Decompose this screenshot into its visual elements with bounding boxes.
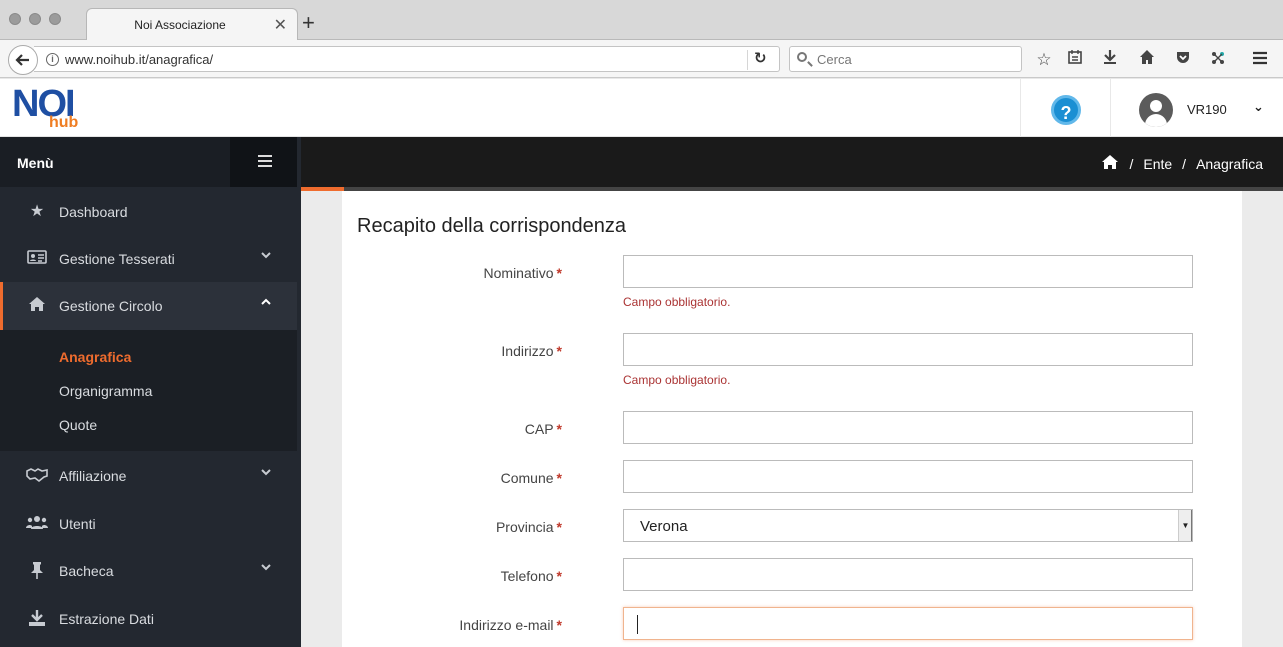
main-content: Recapito della corrispondenza Nominativo…	[301, 191, 1283, 647]
page-title: Recapito della corrispondenza	[357, 215, 627, 237]
sidebar-item-gestione-circolo[interactable]: Gestione Circolo	[0, 282, 297, 330]
provincia-selected-value: Verona	[640, 518, 688, 535]
users-icon	[26, 514, 48, 534]
home-icon[interactable]	[1136, 49, 1158, 71]
error-message: Campo obbligatorio.	[623, 373, 731, 387]
field-label-comune: Comune *	[500, 470, 562, 486]
user-menu-chevron-down-icon[interactable]: ⌄	[1253, 99, 1264, 115]
close-window-button[interactable]	[9, 13, 21, 25]
address-bar[interactable]: i www.noihub.it/anagrafica/ ↻	[34, 46, 780, 72]
sidebar-item-dashboard[interactable]: ★ Dashboard	[0, 188, 297, 235]
sidebar-item-utenti[interactable]: Utenti	[0, 500, 297, 547]
indirizzo-field[interactable]	[623, 333, 1193, 366]
field-label-indirizzo: Indirizzo *	[501, 343, 562, 359]
field-label-provincia: Provincia *	[495, 519, 562, 535]
bookmark-star-icon[interactable]: ☆	[1033, 49, 1055, 71]
browser-toolbar: i www.noihub.it/anagrafica/ ↻ Cerca ☆	[0, 40, 1283, 78]
maximize-window-button[interactable]	[49, 13, 61, 25]
sidebar-item-label: Dashboard	[59, 204, 128, 220]
sidebar-item-label: Utenti	[59, 516, 96, 532]
header-divider	[1020, 79, 1021, 137]
breadcrumb-item-anagrafica: Anagrafica	[1196, 155, 1263, 172]
breadcrumb-separator: /	[1129, 155, 1134, 172]
download-icon	[26, 609, 48, 629]
browser-menu-icon[interactable]	[1249, 49, 1271, 71]
sidebar-item-estrazione-dati[interactable]: Estrazione Dati	[0, 595, 297, 642]
username[interactable]: VR190	[1187, 102, 1227, 117]
email-field[interactable]	[623, 607, 1193, 640]
sidebar-item-label: Estrazione Dati	[59, 611, 154, 627]
chevron-down-icon	[260, 249, 272, 264]
breadcrumb-home-icon[interactable]	[1101, 154, 1119, 173]
back-button[interactable]	[8, 45, 38, 75]
error-message: Campo obbligatorio.	[623, 295, 731, 309]
new-tab-button[interactable]: +	[302, 12, 315, 34]
cap-field[interactable]	[623, 411, 1193, 444]
breadcrumb: / Ente / Anagrafica	[301, 137, 1283, 187]
browser-tab[interactable]: Noi Associazione ✕	[86, 8, 298, 41]
sidebar-header: Menù	[0, 137, 297, 187]
app-header: NOI hub ? VR190 ⌄	[0, 79, 1283, 137]
submenu-item-anagrafica[interactable]: Anagrafica	[59, 349, 131, 365]
submenu-item-organigramma[interactable]: Organigramma	[59, 383, 152, 399]
sidebar-item-label: Bacheca	[59, 563, 114, 579]
submenu-gestione-circolo: Anagrafica Organigramma Quote	[0, 330, 297, 451]
help-button[interactable]: ?	[1051, 95, 1081, 125]
nominativo-field[interactable]	[623, 255, 1193, 288]
info-icon[interactable]: i	[46, 53, 59, 66]
text-caret	[637, 615, 638, 634]
pin-icon	[26, 561, 48, 581]
handshake-icon	[26, 466, 48, 486]
hamburger-icon	[258, 155, 272, 157]
provincia-select[interactable]: Verona ▼	[623, 509, 1193, 542]
chevron-up-icon	[260, 296, 272, 311]
field-label-nominativo: Nominativo *	[483, 265, 562, 281]
sidebar-title: Menù	[17, 155, 54, 171]
minimize-window-button[interactable]	[29, 13, 41, 25]
back-arrow-icon	[15, 54, 29, 66]
id-card-icon	[26, 249, 48, 269]
reading-list-icon[interactable]	[1064, 49, 1086, 71]
noi-hub-logo[interactable]: NOI hub	[12, 83, 92, 133]
chevron-down-icon	[260, 561, 272, 576]
field-label-telefono: Telefono *	[500, 568, 562, 584]
field-label-email: Indirizzo e-mail *	[459, 617, 562, 633]
field-label-cap: CAP *	[524, 421, 562, 437]
tab-title: Noi Associazione	[134, 18, 226, 32]
form-panel: Recapito della corrispondenza Nominativo…	[342, 191, 1242, 647]
sidebar: Menù ★ Dashboard Gestione Tesserati Gest…	[0, 137, 301, 647]
submenu-item-quote[interactable]: Quote	[59, 417, 97, 433]
url-divider	[747, 50, 748, 70]
sidebar-item-label: Gestione Tesserati	[59, 251, 175, 267]
telefono-field[interactable]	[623, 558, 1193, 591]
extension-icon[interactable]	[1207, 49, 1229, 71]
home-icon	[26, 296, 48, 316]
sidebar-item-gestione-tesserati[interactable]: Gestione Tesserati	[0, 235, 297, 282]
pocket-icon[interactable]	[1172, 49, 1194, 71]
search-box[interactable]: Cerca	[789, 46, 1022, 72]
menu-toggle-button[interactable]	[230, 137, 297, 187]
tab-close-icon[interactable]: ✕	[274, 15, 287, 35]
url-text[interactable]: www.noihub.it/anagrafica/	[65, 52, 213, 67]
comune-field[interactable]	[623, 460, 1193, 493]
sidebar-item-label: Affiliazione	[59, 468, 127, 484]
header-divider	[1110, 79, 1111, 137]
avatar[interactable]	[1139, 93, 1173, 127]
chevron-down-icon	[260, 466, 272, 481]
star-icon: ★	[29, 203, 45, 220]
breadcrumb-separator: /	[1182, 155, 1187, 172]
sidebar-item-label: Gestione Circolo	[59, 298, 163, 314]
download-icon[interactable]	[1099, 49, 1121, 71]
select-arrow-icon[interactable]: ▼	[1178, 510, 1192, 541]
search-icon	[797, 52, 807, 62]
sidebar-item-bacheca[interactable]: Bacheca	[0, 547, 297, 594]
sidebar-item-affiliazione[interactable]: Affiliazione	[0, 452, 297, 499]
reload-icon[interactable]: ↻	[754, 49, 767, 67]
browser-tab-bar: Noi Associazione ✕ +	[0, 0, 1283, 41]
breadcrumb-item-ente[interactable]: Ente	[1143, 156, 1172, 172]
search-placeholder: Cerca	[817, 52, 852, 67]
logo-text-secondary: hub	[49, 114, 79, 131]
